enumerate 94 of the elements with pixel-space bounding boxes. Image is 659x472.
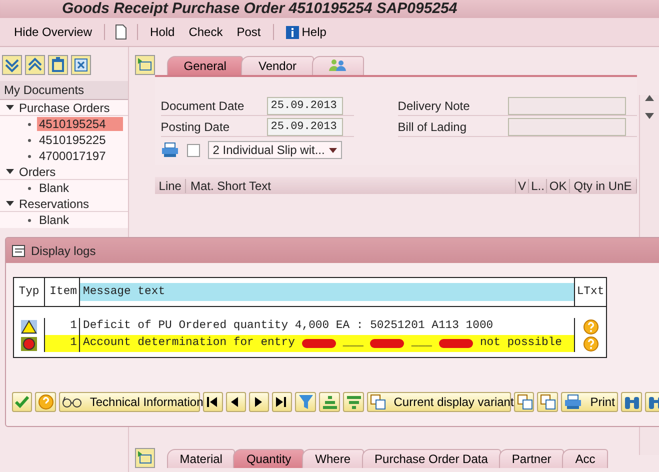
help-icon[interactable] [35, 392, 56, 412]
redaction-mark [302, 339, 336, 348]
tab[interactable]: Partner [498, 449, 564, 468]
column-header[interactable]: Qty in UnE [570, 178, 637, 192]
tree-label: Orders [19, 164, 56, 178]
message-text: ___ [342, 336, 364, 351]
message-text: Deficit of PU Ordered quantity 4,000 EA : 50251201 A113 1000 [83, 318, 494, 334]
sort-ascending-icon[interactable] [319, 392, 340, 412]
help-icon[interactable] [582, 318, 598, 334]
scroll-down-icon[interactable] [644, 113, 654, 119]
toolbar-button[interactable]: Hide Overview [12, 25, 94, 39]
toolbar-button[interactable]: Check [186, 25, 225, 39]
bullet-icon [28, 154, 31, 158]
toolbar-button[interactable]: Technical Information [58, 392, 200, 412]
layout-icon [370, 394, 386, 410]
layout-icon[interactable] [537, 392, 558, 412]
input-field[interactable] [508, 118, 626, 136]
column-header[interactable]: Typ [14, 278, 45, 306]
column-header[interactable]: V [516, 178, 530, 192]
column-header[interactable]: Line [154, 178, 186, 192]
column-header[interactable]: Mat. Short Text [186, 178, 516, 192]
next-icon[interactable] [249, 392, 270, 412]
expand-arrow-icon[interactable] [6, 104, 14, 112]
redaction-mark [438, 339, 473, 348]
people-icon [328, 59, 347, 71]
field-label: Bill of Lading [398, 120, 468, 134]
tab[interactable]: Purchase Order Data [362, 449, 501, 468]
tree-node[interactable]: Purchase Orders [0, 100, 128, 116]
tree-item[interactable]: 4510195254 [37, 117, 123, 131]
message-text: ___ [411, 336, 432, 351]
info-icon [286, 26, 299, 38]
printer-icon[interactable] [160, 142, 179, 158]
tree-node[interactable]: Reservations [0, 196, 128, 212]
tab[interactable]: Quantity [233, 449, 304, 468]
document-icon[interactable] [115, 24, 128, 40]
last-page-icon[interactable] [272, 392, 292, 412]
bullet-icon [28, 138, 31, 142]
date-field[interactable]: 25.09.2013 [266, 118, 343, 136]
message-text: Account determination for entry [83, 336, 295, 351]
toolbar-button[interactable]: Post [234, 25, 263, 39]
previous-icon[interactable] [226, 392, 246, 412]
tab[interactable]: Material [166, 449, 236, 468]
tree-label: Reservations [19, 196, 90, 210]
message-text: not possible [480, 336, 562, 351]
tree-label: Purchase Orders [19, 100, 110, 114]
tree-node[interactable]: Orders [0, 164, 128, 180]
toolbar-button[interactable]: Print [561, 392, 618, 412]
bullet-icon [28, 218, 31, 222]
bullet-icon [28, 186, 31, 190]
trash-icon[interactable] [48, 55, 68, 75]
tab[interactable]: Vendor [241, 56, 314, 75]
column-header[interactable]: Message text [80, 278, 575, 306]
dropdown-arrow-icon [328, 148, 337, 152]
tree-header: My Documents [0, 81, 128, 100]
tab[interactable]: General [166, 56, 244, 75]
layout-toggle-icon[interactable] [134, 448, 155, 468]
first-page-icon[interactable] [203, 392, 224, 412]
help-icon[interactable] [582, 336, 598, 352]
checkbox[interactable] [186, 144, 200, 156]
redaction-mark [370, 339, 404, 348]
close-icon[interactable] [71, 55, 91, 75]
tab[interactable] [312, 56, 364, 75]
dialog-title: Display logs [31, 244, 96, 258]
tab[interactable]: Acc [562, 449, 608, 468]
field-label: Delivery Note [398, 99, 471, 113]
column-header[interactable]: L.. [529, 178, 548, 192]
tab[interactable]: Where [302, 449, 364, 468]
layout-toggle-icon[interactable] [134, 55, 155, 75]
expand-all-icon[interactable] [2, 55, 22, 75]
expand-arrow-icon[interactable] [6, 168, 14, 176]
table-cell: 1 [45, 335, 80, 352]
printer-icon [564, 394, 582, 410]
sort-descending-icon[interactable] [342, 392, 364, 412]
binoculars-icon[interactable] [621, 392, 642, 412]
log-icon [12, 244, 26, 256]
collapse-all-icon[interactable] [25, 55, 45, 75]
field-label: Posting Date [160, 120, 230, 134]
expand-arrow-icon[interactable] [6, 200, 14, 208]
scroll-up-icon[interactable] [644, 95, 654, 101]
window-title: Goods Receipt Purchase Order 4510195254 SAP095254 [62, 0, 458, 17]
toolbar-button[interactable]: Hold [148, 25, 177, 39]
date-field[interactable]: 25.09.2013 [266, 97, 343, 115]
column-header[interactable]: OK [547, 178, 570, 192]
input-field[interactable] [508, 97, 626, 115]
bullet-icon [28, 122, 31, 126]
error-icon [21, 336, 37, 350]
check-icon[interactable] [12, 392, 32, 412]
help-button[interactable]: Help [284, 25, 328, 39]
warning-icon [21, 320, 37, 334]
dropdown[interactable]: 2 Individual Slip wit... [208, 141, 342, 159]
field-label: Document Date [160, 99, 246, 113]
glasses-icon [62, 396, 82, 408]
column-header[interactable]: LTxt [575, 283, 606, 301]
layout-icon[interactable] [514, 392, 534, 412]
